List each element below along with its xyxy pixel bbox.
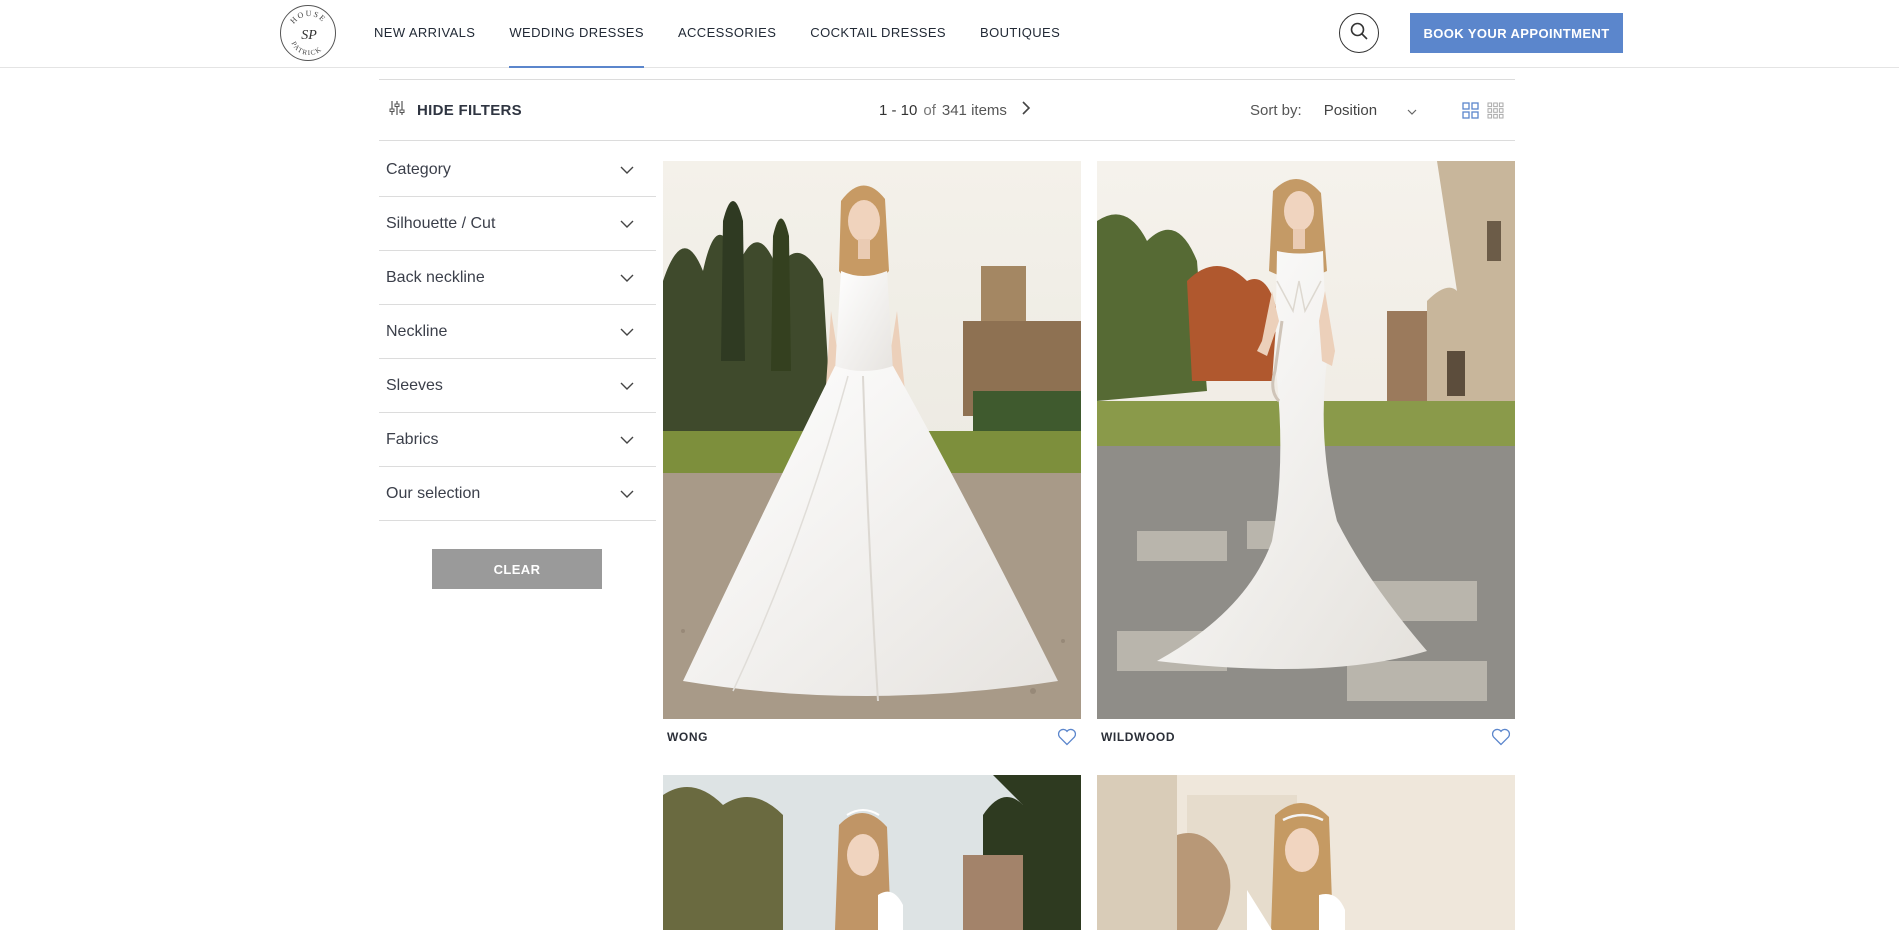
clear-filters-button[interactable]: CLEAR [432, 549, 602, 589]
chevron-down-icon [620, 377, 634, 395]
view-toggle [1462, 102, 1504, 124]
product-image[interactable] [663, 161, 1081, 719]
chevron-down-icon [620, 161, 634, 179]
filter-label: Neckline [386, 322, 448, 340]
product-name[interactable]: WILDWOOD [1101, 730, 1175, 744]
product-card[interactable] [1097, 775, 1515, 930]
listing-toolbar: HIDE FILTERS 1 - 10 of 341 items Sort by… [379, 79, 1515, 141]
sort-select[interactable]: Position [1324, 102, 1417, 119]
filter-label: Fabrics [386, 430, 439, 448]
book-appointment-button[interactable]: BOOK YOUR APPOINTMENT [1410, 13, 1623, 53]
nav-cocktail-dresses[interactable]: COCKTAIL DRESSES [810, 0, 946, 68]
chevron-down-icon [620, 215, 634, 233]
chevron-down-icon [620, 485, 634, 503]
filter-category[interactable]: Category [379, 143, 656, 197]
search-icon [1349, 21, 1369, 46]
product-image[interactable] [1097, 161, 1515, 719]
product-card[interactable]: WONG [663, 161, 1081, 755]
item-range: 1 - 10 [879, 101, 918, 119]
site-header: HOUSE PATRICK SP NEW ARRIVALS WEDDING DR… [0, 0, 1899, 68]
item-total: 341 items [941, 101, 1007, 119]
grid-small-icon[interactable] [1487, 102, 1504, 124]
nav-accessories[interactable]: ACCESSORIES [678, 0, 776, 68]
nav-boutiques[interactable]: BOUTIQUES [980, 0, 1060, 68]
brand-logo[interactable]: HOUSE PATRICK SP [280, 5, 336, 61]
hide-filters-label: HIDE FILTERS [417, 101, 522, 119]
filter-back-neckline[interactable]: Back neckline [379, 251, 656, 305]
wishlist-heart-icon[interactable] [1057, 728, 1077, 746]
search-button[interactable] [1339, 13, 1379, 53]
pagination: 1 - 10 of 341 items [879, 80, 1031, 140]
svg-text:HOUSE: HOUSE [289, 9, 328, 26]
filter-fabrics[interactable]: Fabrics [379, 413, 656, 467]
filter-label: Sleeves [386, 376, 443, 394]
next-page-button[interactable] [1021, 101, 1031, 119]
product-card[interactable]: WILDWOOD [1097, 161, 1515, 755]
filter-sliders-icon [389, 100, 405, 121]
product-image[interactable] [1097, 775, 1515, 930]
wishlist-heart-icon[interactable] [1491, 728, 1511, 746]
main-nav: NEW ARRIVALS WEDDING DRESSES ACCESSORIES… [374, 0, 1094, 68]
filter-neckline[interactable]: Neckline [379, 305, 656, 359]
filter-label: Silhouette / Cut [386, 214, 496, 232]
filter-sleeves[interactable]: Sleeves [379, 359, 656, 413]
chevron-down-icon [620, 269, 634, 287]
product-meta: WILDWOOD [1097, 719, 1515, 755]
filter-our-selection[interactable]: Our selection [379, 467, 656, 521]
grid-large-icon[interactable] [1462, 102, 1479, 124]
chevron-down-icon [620, 323, 634, 341]
sort-control: Sort by: Position [1250, 80, 1417, 140]
product-card[interactable] [663, 775, 1081, 930]
filter-label: Our selection [386, 484, 481, 502]
product-meta: WONG [663, 719, 1081, 755]
svg-text:SP: SP [301, 28, 317, 43]
item-range-of: of [923, 101, 936, 119]
nav-wedding-dresses[interactable]: WEDDING DRESSES [509, 0, 644, 68]
filter-sidebar: Category Silhouette / Cut Back neckline … [379, 143, 656, 521]
filter-label: Category [386, 160, 451, 178]
sort-value: Position [1323, 101, 1378, 119]
chevron-down-icon [1407, 102, 1417, 119]
product-name[interactable]: WONG [667, 730, 708, 744]
chevron-right-icon [1021, 101, 1031, 119]
sort-label: Sort by: [1250, 101, 1302, 119]
filter-silhouette[interactable]: Silhouette / Cut [379, 197, 656, 251]
filter-label: Back neckline [386, 268, 485, 286]
hide-filters-button[interactable]: HIDE FILTERS [389, 80, 522, 140]
product-image[interactable] [663, 775, 1081, 930]
chevron-down-icon [620, 431, 634, 449]
nav-new-arrivals[interactable]: NEW ARRIVALS [374, 0, 475, 68]
